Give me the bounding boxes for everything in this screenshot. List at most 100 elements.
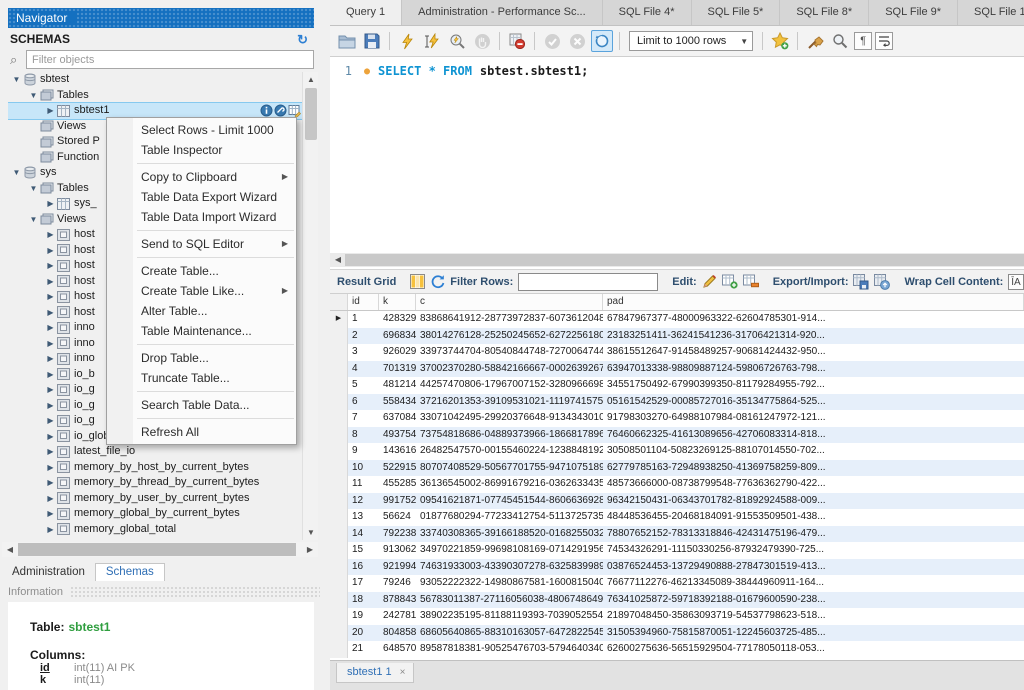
expander-closed-icon[interactable]: ▶	[44, 351, 57, 367]
menu-item-create-table-like-[interactable]: Create Table Like...▶	[107, 281, 296, 301]
cell-id[interactable]: 8	[348, 427, 379, 444]
cell-pad[interactable]: 34551750492-67990399350-81179284955-792.…	[603, 377, 1024, 394]
scroll-left-icon[interactable]: ◀	[2, 542, 18, 557]
cell-k[interactable]: 558434	[379, 394, 416, 411]
expander-closed-icon[interactable]: ▶	[44, 460, 57, 476]
expander-open-icon[interactable]: ▼	[10, 72, 23, 88]
row-selector[interactable]	[330, 344, 348, 361]
scroll-right-icon[interactable]: ▶	[302, 542, 318, 557]
expander-closed-icon[interactable]: ▶	[44, 398, 57, 414]
row-selector[interactable]	[330, 361, 348, 378]
row-selector[interactable]	[330, 377, 348, 394]
grid-row[interactable]: 1924278138902235195-81188119393-70390525…	[330, 608, 1024, 625]
cell-pad[interactable]: 74534326291-11150330256-87932479390-725.…	[603, 542, 1024, 559]
cell-pad[interactable]: 91798303270-64988107984-08161247972-121.…	[603, 410, 1024, 427]
cell-k[interactable]: 455285	[379, 476, 416, 493]
expander-closed-icon[interactable]: ▶	[44, 444, 57, 460]
menu-item-create-table-[interactable]: Create Table...	[107, 261, 296, 281]
menu-item-refresh-all[interactable]: Refresh All	[107, 422, 296, 442]
expander-closed-icon[interactable]: ▶	[44, 506, 57, 522]
tree-horizontal-scrollbar[interactable]: ◀ ▶	[2, 542, 318, 557]
row-selector[interactable]	[330, 575, 348, 592]
editor-horizontal-scrollbar[interactable]: ◀	[330, 253, 1024, 267]
cell-id[interactable]: 15	[348, 542, 379, 559]
menu-item-alter-table-[interactable]: Alter Table...	[107, 301, 296, 321]
expander-closed-icon[interactable]: ▶	[44, 305, 57, 321]
cell-c[interactable]: 37216201353-39109531021-11197415756-877.…	[416, 394, 603, 411]
editor-tab[interactable]: SQL File 10*	[958, 0, 1024, 25]
tree-item-tables[interactable]: ▼Tables	[8, 88, 302, 104]
cell-pad[interactable]: 05161542529-00085727016-35134775864-525.…	[603, 394, 1024, 411]
cell-k[interactable]: 926029	[379, 344, 416, 361]
row-selector[interactable]	[330, 328, 348, 345]
commit-button[interactable]	[541, 30, 563, 52]
expander-closed-icon[interactable]: ▶	[44, 227, 57, 243]
grid-row[interactable]: 849375473754818686-04889373966-186681789…	[330, 427, 1024, 444]
grid-row[interactable]: 655843437216201353-39109531021-111974157…	[330, 394, 1024, 411]
cell-c[interactable]: 38902235195-81188119393-70390525549-272.…	[416, 608, 603, 625]
menu-item-truncate-table-[interactable]: Truncate Table...	[107, 368, 296, 388]
invisible-chars-button[interactable]: ¶	[854, 32, 872, 50]
expander-closed-icon[interactable]: ▶	[44, 367, 57, 383]
menu-item-table-maintenance-[interactable]: Table Maintenance...	[107, 321, 296, 341]
result-tab[interactable]: sbtest1 1 ×	[336, 663, 414, 683]
cell-k[interactable]: 804858	[379, 625, 416, 642]
cell-c[interactable]: 73754818686-04889373966-18668178968-569.…	[416, 427, 603, 444]
expander-closed-icon[interactable]: ▶	[44, 522, 57, 538]
cell-c[interactable]: 36136545002-86991679216-03626334357-760.…	[416, 476, 603, 493]
cell-pad[interactable]: 03876524453-13729490888-27847301519-413.…	[603, 559, 1024, 576]
scroll-left-icon[interactable]: ◀	[330, 253, 346, 267]
filter-objects-input[interactable]	[26, 50, 314, 69]
editor-tab[interactable]: SQL File 8*	[780, 0, 869, 25]
menu-item-drop-table-[interactable]: Drop Table...	[107, 348, 296, 368]
cell-c[interactable]: 01877680294-77233412754-51137257355-536.…	[416, 509, 603, 526]
cell-c[interactable]: 89587818381-90525476703-57946403400-028.…	[416, 641, 603, 658]
row-selector[interactable]	[330, 526, 348, 543]
row-selector[interactable]	[330, 476, 348, 493]
cell-c[interactable]: 33740308365-39166188520-01682550323-830.…	[416, 526, 603, 543]
cell-k[interactable]: 428329	[379, 311, 416, 328]
rollback-button[interactable]	[566, 30, 588, 52]
scrollbar-thumb[interactable]	[305, 88, 317, 140]
cell-pad[interactable]: 30508501104-50823269125-88107014550-702.…	[603, 443, 1024, 460]
sql-code-editor[interactable]: 1 ● SELECT * FROM sbtest.sbtest1;	[330, 57, 1024, 253]
stop-button[interactable]	[471, 30, 493, 52]
row-selector[interactable]	[330, 427, 348, 444]
cell-c[interactable]: 34970221859-99698108169-07142919560-989.…	[416, 542, 603, 559]
cell-k[interactable]: 522915	[379, 460, 416, 477]
cell-k[interactable]: 792238	[379, 526, 416, 543]
grid-column-header-k[interactable]: k	[379, 294, 416, 310]
cell-k[interactable]: 701319	[379, 361, 416, 378]
row-info-icon[interactable]	[260, 104, 273, 117]
cell-c[interactable]: 56783011387-27116056038-48067486493-294.…	[416, 592, 603, 609]
beautify-button[interactable]	[804, 30, 826, 52]
row-selector[interactable]	[330, 608, 348, 625]
grid-column-header-pad[interactable]: pad	[603, 294, 1024, 310]
cell-id[interactable]: 13	[348, 509, 379, 526]
grid-row[interactable]: 1591306234970221859-99698108169-07142919…	[330, 542, 1024, 559]
grid-row[interactable]: ▶142832983868641912-28773972837-60736120…	[330, 311, 1024, 328]
cell-k[interactable]: 637084	[379, 410, 416, 427]
execute-button[interactable]	[396, 30, 418, 52]
grid-row[interactable]: 269683438014276128-25250245652-627225618…	[330, 328, 1024, 345]
expander-closed-icon[interactable]: ▶	[44, 320, 57, 336]
cell-c[interactable]: 93052222322-14980867581-16008150406-969.…	[416, 575, 603, 592]
cell-id[interactable]: 20	[348, 625, 379, 642]
row-selector[interactable]	[330, 460, 348, 477]
scrollbar-thumb[interactable]	[18, 543, 296, 556]
expander-open-icon[interactable]: ▼	[27, 212, 40, 228]
expander-closed-icon[interactable]: ▶	[44, 289, 57, 305]
cell-c[interactable]: 80707408529-50567701755-94710751896-997.…	[416, 460, 603, 477]
grid-row[interactable]: 763708433071042495-29920376648-913434301…	[330, 410, 1024, 427]
row-selector[interactable]	[330, 625, 348, 642]
menu-item-table-data-import-wizard[interactable]: Table Data Import Wizard	[107, 207, 296, 227]
row-settings-icon[interactable]	[274, 104, 287, 117]
expander-closed-icon[interactable]: ▶	[44, 103, 57, 119]
cell-id[interactable]: 10	[348, 460, 379, 477]
scroll-down-icon[interactable]: ▼	[303, 525, 319, 540]
cell-pad[interactable]: 62779785163-72948938250-41369758259-809.…	[603, 460, 1024, 477]
cell-pad[interactable]: 76677112276-46213345089-38444960911-164.…	[603, 575, 1024, 592]
grid-row[interactable]: 470131937002370280-58842166667-000263926…	[330, 361, 1024, 378]
sidebar-tab-schemas[interactable]: Schemas	[95, 563, 165, 581]
cell-id[interactable]: 5	[348, 377, 379, 394]
